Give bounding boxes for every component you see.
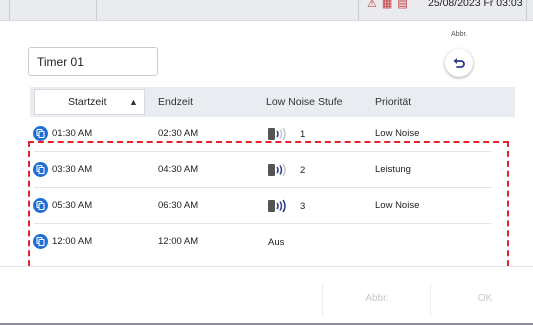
back-button[interactable]: [445, 49, 473, 77]
row-end-time: 06:30 AM: [158, 200, 199, 211]
copy-icon[interactable]: [33, 198, 48, 213]
row-level-value: 3: [300, 200, 306, 212]
row-priority: Leistung: [375, 164, 411, 175]
status-divider: [9, 0, 10, 20]
sort-by-start-button[interactable]: Startzeit ▲: [34, 89, 145, 115]
timer-name-field[interactable]: Timer 01: [28, 47, 158, 76]
row-level: 3: [268, 188, 305, 224]
row-level-value: 2: [300, 164, 306, 176]
speaker-volume-icon: [268, 199, 286, 213]
table-row[interactable]: 01:30 AM 02:30 AM 1 Low Noise: [30, 116, 515, 152]
row-end-time: 04:30 AM: [158, 164, 199, 175]
column-priority-label: Priorität: [375, 96, 412, 108]
status-divider: [358, 0, 359, 20]
row-level: Aus: [268, 224, 284, 260]
speaker-volume-icon: [268, 127, 286, 141]
table-row[interactable]: 05:30 AM 06:30 AM 3 Low Noise: [30, 188, 515, 224]
row-level-value: Aus: [268, 236, 285, 248]
row-level-value: 1: [300, 128, 306, 140]
copy-icon[interactable]: [33, 234, 48, 249]
status-icons: ⚠ ▦ ▤: [367, 0, 409, 10]
row-start-time: 03:30 AM: [52, 164, 93, 175]
speaker-volume-icon: [268, 163, 286, 177]
copy-icon[interactable]: [33, 162, 48, 177]
column-level-label: Low Noise Stufe: [266, 96, 343, 108]
table-row[interactable]: 12:00 AM 12:00 AM Aus: [30, 224, 515, 260]
ok-button[interactable]: OK: [431, 281, 533, 317]
row-end-time: 12:00 AM: [158, 236, 199, 247]
row-priority: Low Noise: [375, 128, 420, 139]
status-bar: ⚠ ▦ ▤ 25/08/2023 Fr 03:03: [0, 0, 533, 21]
table-header: Startzeit ▲ Endzeit Low Noise Stufe Prio…: [30, 87, 515, 117]
row-start-time: 05:30 AM: [52, 200, 93, 211]
table-row[interactable]: 03:30 AM 04:30 AM 2 Leistung: [30, 152, 515, 188]
column-start-label: Startzeit: [68, 96, 107, 108]
row-start-time: 12:00 AM: [52, 236, 93, 247]
row-level: 2: [268, 152, 305, 188]
undo-icon: [453, 58, 465, 68]
back-label: Abbr.: [451, 31, 468, 38]
sort-ascending-icon: ▲: [129, 97, 138, 107]
row-start-time: 01:30 AM: [52, 128, 93, 139]
row-level: 1: [268, 116, 305, 152]
cancel-button[interactable]: Abbr.: [323, 281, 431, 317]
datetime: 25/08/2023 Fr 03:03: [428, 0, 523, 9]
copy-icon[interactable]: [33, 126, 48, 141]
row-end-time: 02:30 AM: [158, 128, 199, 139]
status-divider: [96, 0, 97, 20]
status-divider: [526, 0, 527, 20]
row-priority: Low Noise: [375, 200, 420, 211]
column-end-label: Endzeit: [158, 96, 194, 108]
